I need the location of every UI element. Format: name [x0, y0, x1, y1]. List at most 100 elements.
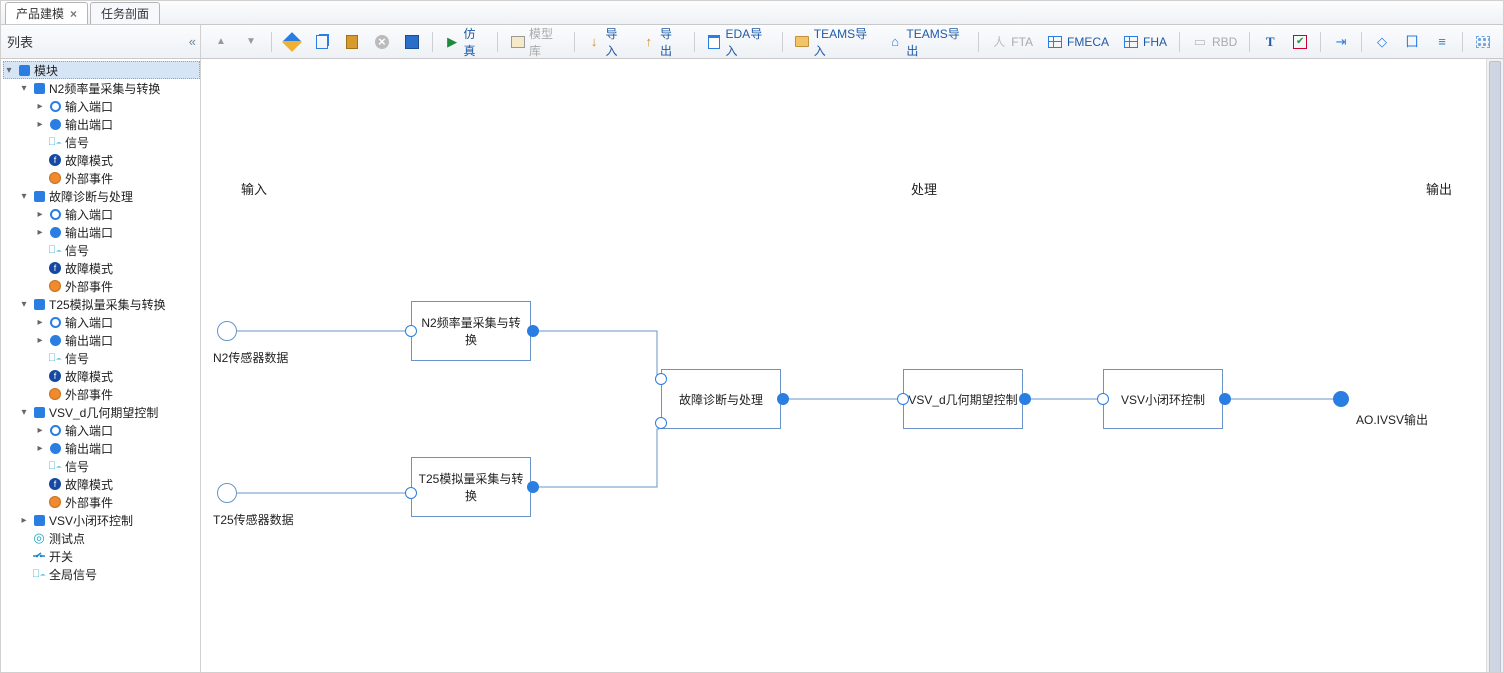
canvas-area[interactable]: 输入 处理 输出 N2传感器数据 T25传感器数据 — [201, 59, 1503, 672]
block-fault-diag[interactable]: 故障诊断与处理 — [661, 369, 781, 429]
out-port-icon — [48, 333, 62, 347]
block-label: VSV_d几何期望控制 — [908, 391, 1017, 408]
tree-module[interactable]: ▾ 故障诊断与处理 — [19, 187, 200, 205]
block-in-port[interactable] — [897, 393, 909, 405]
tree-in-port[interactable]: ▸输入端口 — [35, 97, 200, 115]
chevron-right-icon[interactable]: ▸ — [35, 227, 45, 238]
grid-icon — [1047, 34, 1063, 50]
block-in-port[interactable] — [405, 487, 417, 499]
chevron-down-icon[interactable]: ▾ — [19, 407, 29, 418]
tree-switch[interactable]: · 开关 — [19, 547, 200, 565]
tree-module[interactable]: ▾ VSV_d几何期望控制 — [19, 403, 200, 421]
teams-export-button[interactable]: TEAMS导出 — [882, 30, 973, 54]
fmeca-button[interactable]: FMECA — [1041, 30, 1115, 54]
block-in-port[interactable] — [655, 417, 667, 429]
move-up-button[interactable] — [207, 30, 235, 54]
eda-import-button[interactable]: EDA导入 — [701, 30, 776, 54]
export-button[interactable]: 导出 — [635, 30, 688, 54]
simulate-button[interactable]: 仿真 — [439, 30, 492, 54]
diagram-canvas[interactable]: 输入 处理 输出 N2传感器数据 T25传感器数据 — [201, 59, 1491, 672]
chevron-down-icon[interactable]: ▾ — [19, 83, 29, 94]
tree-out-port[interactable]: ▸输出端口 — [35, 115, 200, 133]
block-out-port[interactable] — [777, 393, 789, 405]
tree-in-port[interactable]: ▸输入端口 — [35, 205, 200, 223]
block-vsv-loop[interactable]: VSV小闭环控制 — [1103, 369, 1223, 429]
tree-in-port[interactable]: ▸输入端口 — [35, 313, 200, 331]
tree-ext-event[interactable]: ·外部事件 — [35, 277, 200, 295]
import-button[interactable]: 导入 — [581, 30, 634, 54]
collapse-sidebar-icon[interactable]: « — [189, 34, 194, 49]
tree-ext-event[interactable]: ·外部事件 — [35, 493, 200, 511]
block-out-port[interactable] — [1019, 393, 1031, 405]
chevron-right-icon[interactable]: ▸ — [35, 425, 45, 436]
group-button[interactable] — [1398, 30, 1426, 54]
input-port-n2[interactable] — [217, 321, 237, 341]
tree-ext-event[interactable]: ·外部事件 — [35, 169, 200, 187]
text-tool-button[interactable] — [1256, 30, 1284, 54]
align-button[interactable] — [1327, 30, 1355, 54]
edit-button[interactable] — [278, 30, 306, 54]
output-port[interactable] — [1333, 391, 1349, 407]
separator — [1462, 32, 1463, 52]
input-port-t25[interactable] — [217, 483, 237, 503]
scrollbar-thumb[interactable] — [1489, 61, 1501, 672]
block-out-port[interactable] — [1219, 393, 1231, 405]
block-out-port[interactable] — [527, 325, 539, 337]
chevron-right-icon[interactable]: ▸ — [35, 335, 45, 346]
chevron-down-icon[interactable]: ▾ — [19, 299, 29, 310]
move-down-button[interactable] — [237, 30, 265, 54]
grid-button[interactable] — [1469, 30, 1497, 54]
tree-in-port[interactable]: ▸输入端口 — [35, 421, 200, 439]
copy-button[interactable] — [308, 30, 336, 54]
fha-button[interactable]: FHA — [1117, 30, 1173, 54]
teams-import-button[interactable]: TEAMS导入 — [789, 30, 880, 54]
tree-ext-event[interactable]: ·外部事件 — [35, 385, 200, 403]
block-vsv-d[interactable]: VSV_d几何期望控制 — [903, 369, 1023, 429]
block-out-port[interactable] — [527, 481, 539, 493]
tree-out-port[interactable]: ▸输出端口 — [35, 223, 200, 241]
tab-product-modeling[interactable]: 产品建模 × — [5, 2, 88, 24]
fta-button[interactable]: FTA — [985, 30, 1039, 54]
delete-button[interactable] — [368, 30, 396, 54]
paste-button[interactable] — [338, 30, 366, 54]
tree-out-port[interactable]: ▸输出端口 — [35, 331, 200, 349]
tree-fault-mode[interactable]: ·故障模式 — [35, 259, 200, 277]
close-icon[interactable]: × — [70, 7, 77, 21]
chevron-right-icon[interactable]: ▸ — [35, 101, 45, 112]
tab-task-profile[interactable]: 任务剖面 — [90, 2, 160, 24]
vertical-scrollbar[interactable] — [1486, 59, 1503, 672]
tree-module[interactable]: ▸ VSV小闭环控制 — [19, 511, 200, 529]
tree-signal[interactable]: ·信号 — [35, 349, 200, 367]
chevron-down-icon[interactable]: ▾ — [19, 191, 29, 202]
tree-signal[interactable]: ·信号 — [35, 241, 200, 259]
chevron-right-icon[interactable]: ▸ — [35, 209, 45, 220]
save-button[interactable] — [398, 30, 426, 54]
tree-fault-mode[interactable]: ·故障模式 — [35, 367, 200, 385]
rbd-button[interactable]: ▭RBD — [1186, 30, 1243, 54]
tree-test-point[interactable]: · 测试点 — [19, 529, 200, 547]
tree-signal[interactable]: ·信号 — [35, 457, 200, 475]
tree-out-port[interactable]: ▸输出端口 — [35, 439, 200, 457]
block-t25-acquire[interactable]: T25模拟量采集与转换 — [411, 457, 531, 517]
chevron-right-icon[interactable]: ▸ — [35, 317, 45, 328]
tree-module[interactable]: ▾ N2频率量采集与转换 — [19, 79, 200, 97]
validate-button[interactable] — [1286, 30, 1314, 54]
chevron-down-icon[interactable]: ▾ — [4, 65, 14, 76]
chevron-right-icon[interactable]: ▸ — [19, 515, 29, 526]
tree-fault-mode[interactable]: ·故障模式 — [35, 475, 200, 493]
model-lib-button[interactable]: 模型库 — [504, 30, 568, 54]
block-in-port[interactable] — [655, 373, 667, 385]
chevron-right-icon[interactable]: ▸ — [35, 443, 45, 454]
tree-fault-mode[interactable]: ·故障模式 — [35, 151, 200, 169]
block-in-port[interactable] — [405, 325, 417, 337]
tree-module[interactable]: ▾ T25模拟量采集与转换 — [19, 295, 200, 313]
tree-signal[interactable]: ·信号 — [35, 133, 200, 151]
distribute-h-button[interactable] — [1428, 30, 1456, 54]
sidebar-tree[interactable]: ▾ 模块 ▾ N2频率量采集与转换 ▸输入端口 ▸输出端口 ·信号 ·故障模式 … — [1, 59, 201, 672]
block-n2-acquire[interactable]: N2频率量采集与转换 — [411, 301, 531, 361]
tree-root-modules[interactable]: ▾ 模块 — [3, 61, 200, 79]
chevron-right-icon[interactable]: ▸ — [35, 119, 45, 130]
tree-global-signal[interactable]: · 全局信号 — [19, 565, 200, 583]
block-in-port[interactable] — [1097, 393, 1109, 405]
focus-button[interactable] — [1368, 30, 1396, 54]
